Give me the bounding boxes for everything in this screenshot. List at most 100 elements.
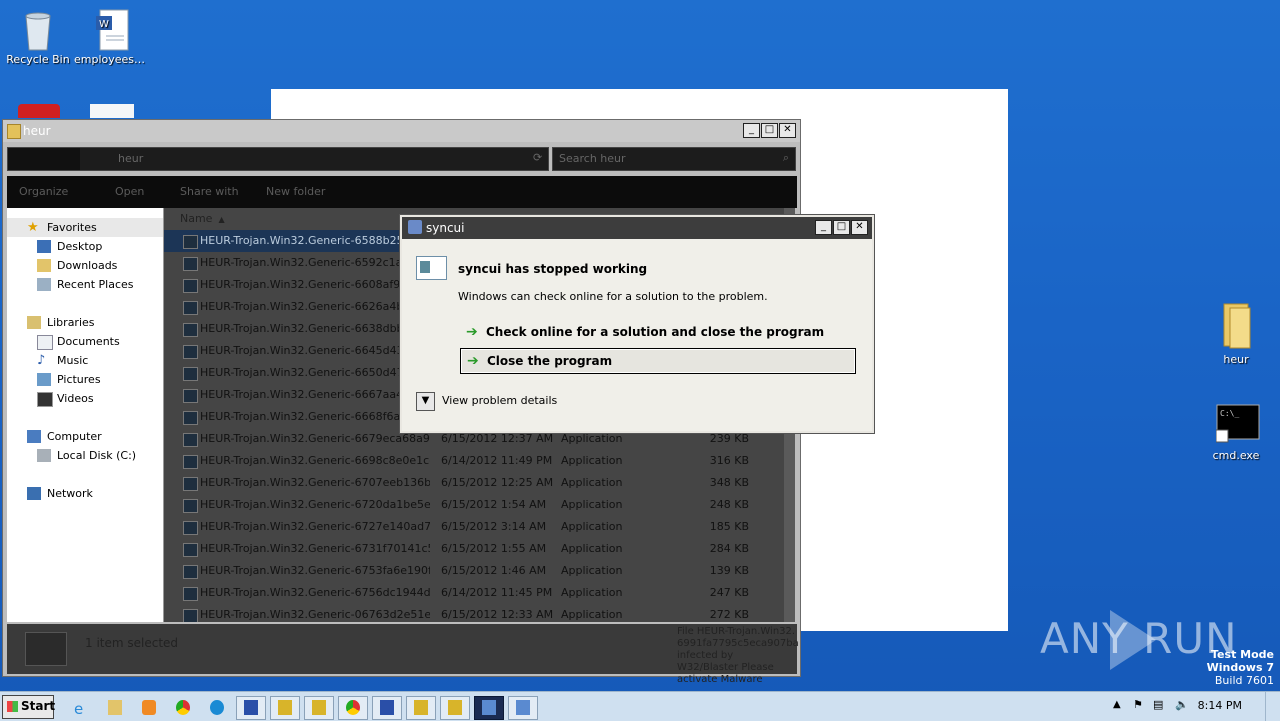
folder-icon [7,124,21,139]
desktop-icon-label: employeesc... [74,53,150,66]
application-icon [183,323,198,337]
nav-item-videos[interactable]: Videos [7,389,163,408]
nav-item-downloads[interactable]: Downloads [7,256,163,275]
taskbar-app[interactable] [270,696,300,720]
taskbar-app[interactable] [508,696,538,720]
back-forward-buttons[interactable] [8,148,80,170]
file-row[interactable]: HEUR-Trojan.Win32.Generic-6720da1be5ea..… [164,494,783,516]
share-with-button[interactable]: Share with [180,185,239,198]
open-button[interactable]: Open [115,185,144,198]
minimize-button[interactable]: _ [815,220,832,235]
window-icon [482,700,496,715]
maximize-button[interactable]: □ [833,220,850,235]
flag-icon[interactable]: ⚑ [1133,698,1143,711]
file-name: HEUR-Trojan.Win32.Generic-6626a4b69c [200,300,424,313]
file-name: HEUR-Trojan.Win32.Generic-6720da1be5ea..… [200,498,430,511]
computer-icon [27,430,41,443]
nav-item-favorites[interactable]: ★ Favorites [7,218,163,237]
shield-icon [448,700,462,715]
desktop-icon-employeesc[interactable]: W employeesc... [74,8,150,66]
network-tray-icon[interactable]: ▤ [1153,698,1163,711]
taskbar-chrome[interactable] [168,696,198,720]
disk-icon [37,449,51,462]
explorer-titlebar[interactable]: heur _ □ ✕ [3,120,800,142]
partial-desktop-icon [18,104,60,118]
file-row[interactable]: HEUR-Trojan.Win32.Generic-6756dc1944dd..… [164,582,783,604]
clock[interactable]: 8:14 PM [1198,699,1242,712]
search-input[interactable]: Search heur ⌕ [552,147,796,171]
file-row[interactable]: HEUR-Trojan.Win32.Generic-6707eeb136b3..… [164,472,783,494]
taskbar-app[interactable] [236,696,266,720]
file-date: 6/14/2012 11:49 PM [441,454,553,467]
column-header-name[interactable]: Name ▲ [180,208,225,230]
application-icon [183,455,198,469]
taskbar-app[interactable] [372,696,402,720]
nav-item-documents[interactable]: Documents [7,332,163,351]
search-icon: ⌕ [782,151,789,164]
taskbar-app[interactable] [338,696,368,720]
system-tray: ▲ ⚑ ▤ 🔈 8:14 PM [1105,692,1280,721]
speaker-icon[interactable]: 🔈 [1175,698,1189,711]
close-button[interactable]: ✕ [851,220,868,235]
file-size: 348 KB [709,476,749,489]
documents-icon [37,335,53,350]
taskbar-app[interactable] [440,696,470,720]
taskbar-ie[interactable]: e [66,696,96,720]
taskbar-media-player[interactable] [134,696,164,720]
nav-item-local-disk[interactable]: Local Disk (C:) [7,446,163,465]
start-button[interactable]: Start [2,695,55,719]
nav-item-network[interactable]: Network [7,484,163,503]
application-icon [183,389,198,403]
taskbar-edge[interactable] [202,696,232,720]
file-name: HEUR-Trojan.Win32.Generic-6753fa6e190fa.… [200,564,430,577]
window-title: heur [23,124,51,138]
application-icon [183,279,198,293]
show-desktop-button[interactable] [1265,692,1280,721]
show-hidden-icons-icon[interactable]: ▲ [1113,699,1121,710]
file-row[interactable]: HEUR-Trojan.Win32.Generic-6731f70141c58.… [164,538,783,560]
chrome-icon [176,700,190,715]
refresh-icon[interactable]: ⟳ [533,151,542,164]
nav-item-pictures[interactable]: Pictures [7,370,163,389]
media-player-icon [142,700,156,715]
nav-item-computer[interactable]: Computer [7,427,163,446]
desktop-icon-recycle-bin[interactable]: Recycle Bin [0,8,76,66]
file-type: Application [561,498,623,511]
new-folder-button[interactable]: New folder [266,185,325,198]
application-icon [183,543,198,557]
desktop-icon-label: heur [1223,353,1249,366]
file-row[interactable]: HEUR-Trojan.Win32.Generic-6753fa6e190fa.… [164,560,783,582]
file-size: 247 KB [709,586,749,599]
file-row[interactable]: HEUR-Trojan.Win32.Generic-6727e140ad75f.… [164,516,783,538]
nav-item-recent-places[interactable]: Recent Places [7,275,163,294]
file-row[interactable]: HEUR-Trojan.Win32.Generic-06763d2e51e1..… [164,604,783,622]
nav-item-music[interactable]: ♪ Music [7,351,163,370]
minimize-button[interactable]: _ [743,123,760,138]
application-icon [183,521,198,535]
shield-icon [414,700,428,715]
desktop-icon-cmd[interactable]: C:\_ cmd.exe [1198,404,1274,462]
check-online-button[interactable]: ➔ Check online for a solution and close … [460,320,854,344]
organize-button[interactable]: Organize [19,185,68,198]
windows-logo-icon [7,701,18,712]
nav-item-desktop[interactable]: Desktop [7,237,163,256]
close-button[interactable]: ✕ [779,123,796,138]
taskbar-app[interactable] [406,696,436,720]
close-program-button[interactable]: ➔ Close the program [460,348,856,374]
shield-icon [244,700,258,715]
search-placeholder: Search heur [559,152,626,165]
taskbar-explorer[interactable] [100,696,130,720]
view-problem-details-label[interactable]: View problem details [442,394,557,407]
file-name: HEUR-Trojan.Win32.Generic-6679eca68a95c.… [200,432,430,445]
dialog-titlebar[interactable]: syncui _ □ ✕ [402,217,872,239]
file-row[interactable]: HEUR-Trojan.Win32.Generic-6698c8e0e1cea.… [164,450,783,472]
maximize-button[interactable]: □ [761,123,778,138]
application-icon [183,477,198,491]
expand-details-button[interactable]: ▼ [416,392,435,411]
address-bar[interactable]: heur ⟳ [7,147,549,171]
desktop-icon-heur[interactable]: heur [1198,300,1274,366]
file-date: 6/14/2012 11:45 PM [441,586,553,599]
nav-item-libraries[interactable]: Libraries [7,313,163,332]
taskbar-app[interactable] [474,696,504,720]
taskbar-app[interactable] [304,696,334,720]
